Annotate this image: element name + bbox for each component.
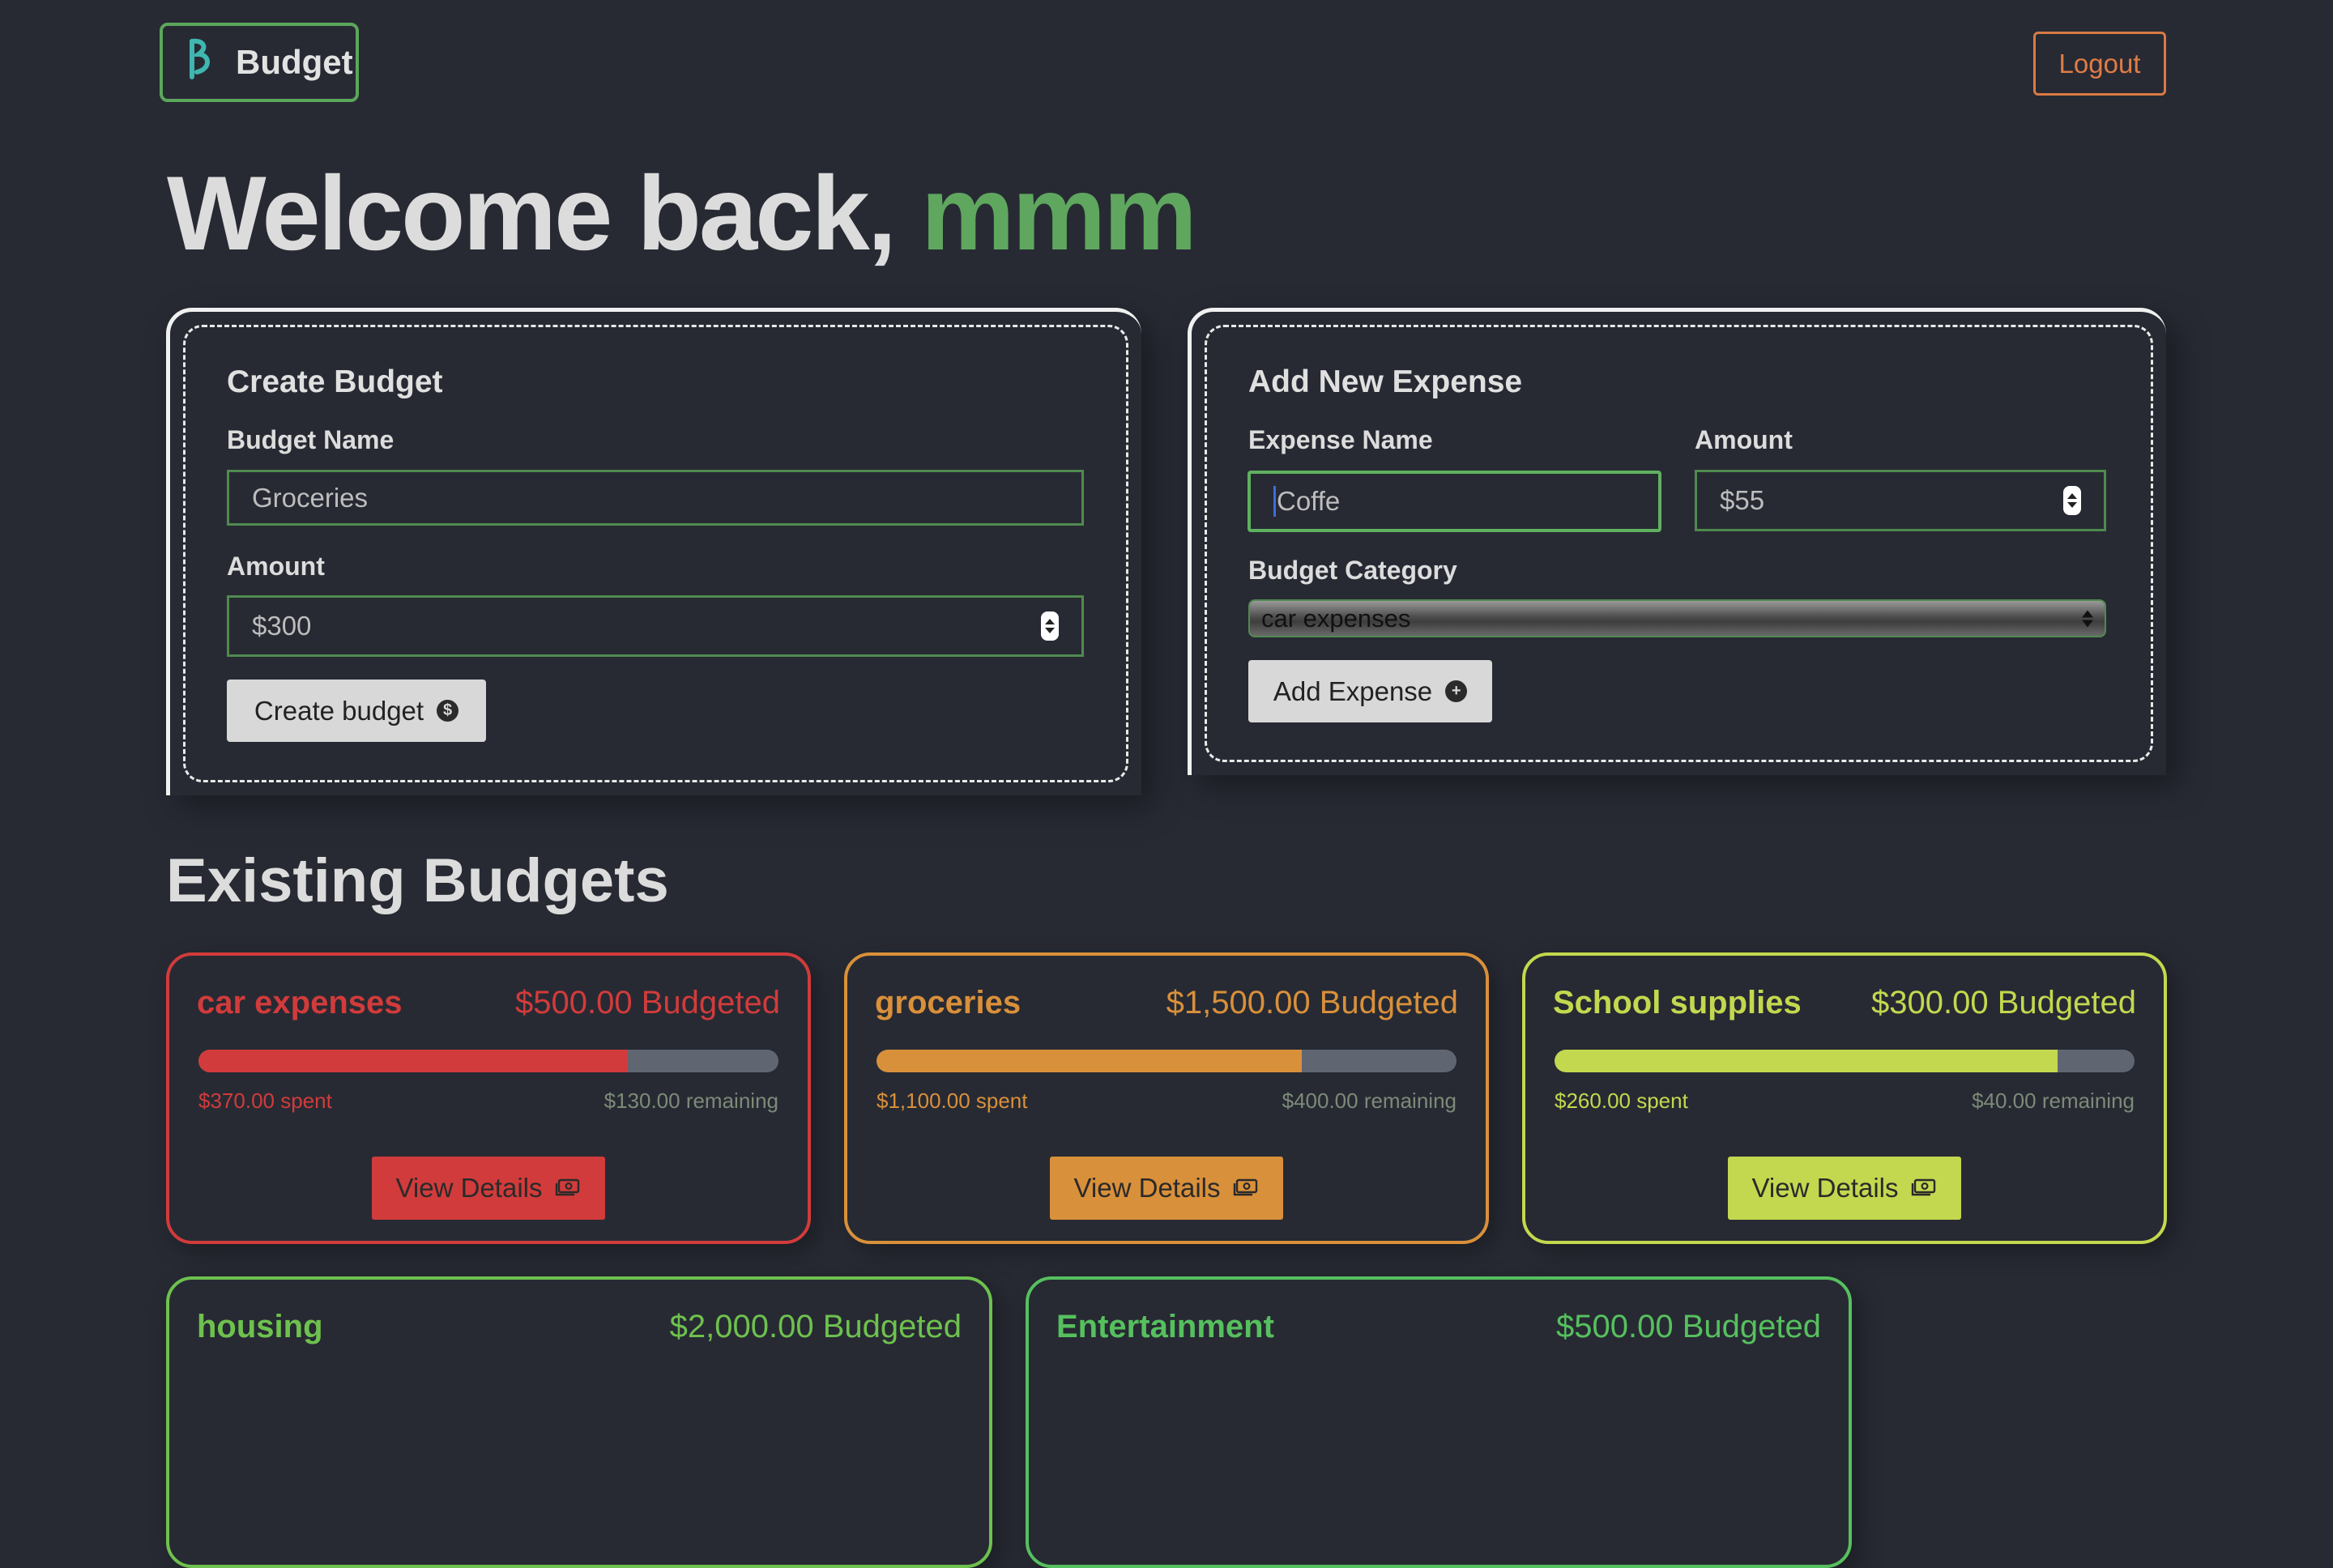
budget-card-name: housing — [197, 1309, 323, 1344]
expense-amount-input[interactable]: $55 — [1695, 470, 2106, 531]
text-cursor — [1273, 486, 1276, 517]
welcome-prefix: Welcome back, — [167, 154, 897, 272]
page: Budget Logout Welcome back, mmm Create B… — [0, 0, 2333, 1568]
budget-amount-placeholder: $300 — [252, 611, 312, 641]
budget-card: housing $2,000.00 Budgeted — [166, 1276, 992, 1568]
expense-name-value: Coffe — [1277, 486, 1341, 516]
budget-progress-fill — [198, 1050, 628, 1072]
budget-amount-input[interactable]: $300 — [227, 595, 1084, 657]
plus-circle-icon: + — [1445, 680, 1468, 702]
expense-name-input[interactable]: Coffe — [1248, 471, 1661, 532]
budget-progress-fill — [1555, 1050, 2058, 1072]
receipt-icon — [555, 1173, 581, 1204]
budget-card-name: groceries — [875, 985, 1021, 1020]
budget-name-label: Budget Name — [227, 425, 395, 454]
view-details-label: View Details — [1073, 1173, 1221, 1203]
budget-card: car expenses $500.00 Budgeted $370.00 spen… — [166, 952, 811, 1244]
expense-amount-label: Amount — [1695, 425, 1793, 454]
select-arrows-icon — [2082, 610, 2093, 627]
create-budget-title: Create Budget — [227, 364, 443, 399]
logo-text: Budget — [236, 43, 353, 81]
budget-card-budgeted: $300.00 Budgeted — [1871, 985, 2136, 1020]
create-budget-button[interactable]: Create budget $ — [227, 680, 486, 742]
budget-category-select[interactable]: car expenses — [1248, 599, 2106, 637]
home-logo-link[interactable]: Budget — [160, 23, 359, 102]
view-details-label: View Details — [1751, 1173, 1899, 1203]
expense-amount-placeholder: $55 — [1720, 485, 1765, 515]
budget-name-placeholder: Groceries — [252, 482, 369, 513]
welcome-username: mmm — [921, 154, 1197, 272]
budget-card-name: car expenses — [197, 985, 403, 1020]
existing-budgets-heading: Existing Budgets — [166, 846, 669, 915]
budget-card-name: Entertainment — [1056, 1309, 1274, 1344]
budget-progress-fill — [876, 1050, 1302, 1072]
expense-name-label: Expense Name — [1248, 425, 1433, 454]
view-details-label: View Details — [395, 1173, 543, 1203]
receipt-icon — [1233, 1173, 1259, 1204]
create-budget-label: Create budget — [254, 695, 424, 726]
add-expense-button[interactable]: Add Expense + — [1248, 660, 1492, 722]
budget-name-input[interactable]: Groceries — [227, 470, 1084, 526]
add-expense-title: Add New Expense — [1248, 364, 1523, 399]
budget-card: Entertainment $500.00 Budgeted — [1026, 1276, 1852, 1568]
budget-card-budgeted: $2,000.00 Budgeted — [669, 1309, 962, 1344]
budget-card-remaining: $400.00 remaining — [1282, 1089, 1457, 1113]
budget-category-label: Budget Category — [1248, 556, 1457, 585]
budget-card-spent: $260.00 spent — [1555, 1089, 1688, 1113]
budget-card-name: School supplies — [1553, 985, 1802, 1020]
budget-card-remaining: $40.00 remaining — [1972, 1089, 2135, 1113]
budget-amount-label: Amount — [227, 552, 325, 581]
budget-card-remaining: $130.00 remaining — [604, 1089, 778, 1113]
expense-amount-stepper[interactable] — [2063, 486, 2081, 515]
budget-card-budgeted: $500.00 Budgeted — [1556, 1309, 1821, 1344]
budget-category-value: car expenses — [1261, 603, 1411, 633]
budget-card-spent: $370.00 spent — [198, 1089, 332, 1113]
welcome-heading: Welcome back, mmm — [167, 152, 1197, 274]
budget-card: School supplies $300.00 Budgeted $260.00 s… — [1522, 952, 2167, 1244]
budget-card-budgeted: $500.00 Budgeted — [515, 985, 780, 1020]
budget-logo-icon — [186, 36, 215, 88]
budget-progress-bar — [198, 1050, 778, 1072]
budget-card-budgeted: $1,500.00 Budgeted — [1166, 985, 1458, 1020]
view-details-button[interactable]: View Details — [372, 1157, 605, 1220]
budget-card-spent: $1,100.00 spent — [876, 1089, 1028, 1113]
budget-progress-bar — [876, 1050, 1457, 1072]
logout-button[interactable]: Logout — [2033, 32, 2166, 96]
receipt-icon — [1911, 1173, 1937, 1204]
budget-card: groceries $1,500.00 Budgeted $1,100.00 spe… — [844, 952, 1489, 1244]
budget-amount-stepper[interactable] — [1041, 611, 1059, 641]
budget-progress-bar — [1555, 1050, 2135, 1072]
dollar-circle-icon: $ — [437, 700, 459, 722]
view-details-button[interactable]: View Details — [1050, 1157, 1283, 1220]
view-details-button[interactable]: View Details — [1728, 1157, 1961, 1220]
add-expense-label: Add Expense — [1273, 675, 1433, 706]
